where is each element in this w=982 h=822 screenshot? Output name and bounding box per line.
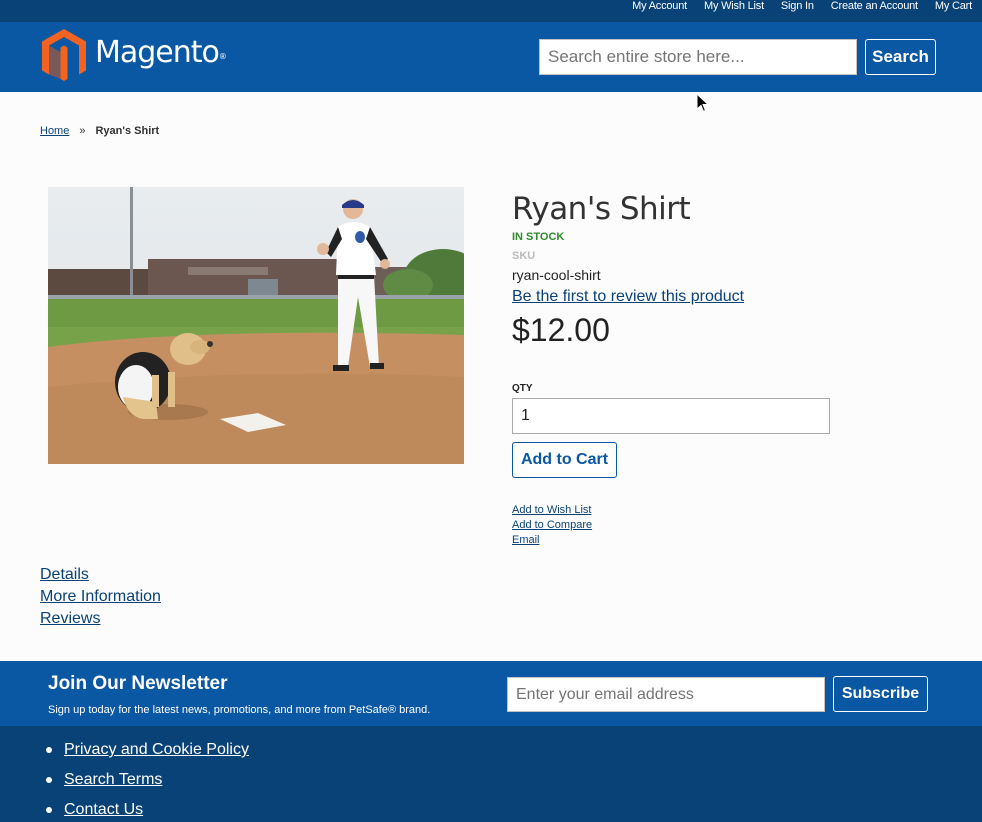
product-tabs: Details More Information Reviews xyxy=(40,564,161,630)
tab-more-information[interactable]: More Information xyxy=(40,586,161,608)
create-account-link[interactable]: Create an Account xyxy=(831,0,918,13)
mouse-cursor-icon xyxy=(697,94,709,112)
privacy-policy-link[interactable]: Privacy and Cookie Policy xyxy=(64,740,249,760)
list-item: Search Terms xyxy=(46,765,249,795)
bullet-icon xyxy=(46,807,52,813)
email-link[interactable]: Email xyxy=(512,533,592,548)
search-button[interactable]: Search xyxy=(865,39,936,75)
product-title: Ryan's Shirt xyxy=(512,191,691,227)
add-to-wish-list-link[interactable]: Add to Wish List xyxy=(512,503,592,518)
logo-text: Magento® xyxy=(95,35,227,70)
newsletter-subtitle: Sign up today for the latest news, promo… xyxy=(48,704,431,716)
newsletter-title: Join Our Newsletter xyxy=(48,673,228,694)
add-to-cart-button[interactable]: Add to Cart xyxy=(512,442,617,478)
breadcrumb-home-link[interactable]: Home xyxy=(40,125,69,138)
tab-details[interactable]: Details xyxy=(40,564,161,586)
footer-links: Privacy and Cookie Policy Search Terms C… xyxy=(46,735,249,822)
product-actions: Add to Wish List Add to Compare Email xyxy=(512,503,592,548)
breadcrumb-separator: » xyxy=(79,125,86,137)
breadcrumb: Home » Ryan's Shirt xyxy=(40,125,159,138)
sign-in-link[interactable]: Sign In xyxy=(781,0,814,13)
product-price: $12.00 xyxy=(512,312,610,348)
sku-value: ryan-cool-shirt xyxy=(512,267,601,283)
newsletter-email-input[interactable] xyxy=(507,677,825,712)
breadcrumb-current: Ryan's Shirt xyxy=(95,125,160,137)
qty-label: QTY xyxy=(512,383,533,394)
product-image[interactable] xyxy=(48,187,464,464)
stock-status: IN STOCK xyxy=(512,231,565,243)
product-photo xyxy=(48,187,464,464)
my-account-link[interactable]: My Account xyxy=(632,0,687,13)
my-cart-link[interactable]: My Cart xyxy=(935,0,972,13)
list-item: Contact Us xyxy=(46,795,249,822)
search-terms-link[interactable]: Search Terms xyxy=(64,770,162,790)
top-bar: My Account My Wish List Sign In Create a… xyxy=(0,0,982,22)
my-wish-list-link[interactable]: My Wish List xyxy=(704,0,764,13)
sku-label: SKU xyxy=(512,250,536,262)
bullet-icon xyxy=(46,777,52,783)
store-logo[interactable]: Magento® xyxy=(39,27,239,83)
site-header: Magento® Search xyxy=(0,22,982,112)
list-item: Privacy and Cookie Policy xyxy=(46,735,249,765)
review-link[interactable]: Be the first to review this product xyxy=(512,287,942,306)
contact-us-link[interactable]: Contact Us xyxy=(64,800,143,820)
newsletter-section: Join Our Newsletter Sign up today for th… xyxy=(0,661,982,726)
tab-reviews[interactable]: Reviews xyxy=(40,608,161,630)
subscribe-button[interactable]: Subscribe xyxy=(833,676,928,712)
product-info: Ryan's Shirt IN STOCK SKU ryan-cool-shir… xyxy=(512,190,942,546)
add-to-compare-link[interactable]: Add to Compare xyxy=(512,518,592,533)
bullet-icon xyxy=(46,747,52,753)
top-links: My Account My Wish List Sign In Create a… xyxy=(632,0,972,13)
magento-logo-icon xyxy=(42,29,86,81)
search-input[interactable] xyxy=(539,39,857,75)
site-footer: Privacy and Cookie Policy Search Terms C… xyxy=(0,726,982,822)
qty-input[interactable] xyxy=(512,398,830,434)
